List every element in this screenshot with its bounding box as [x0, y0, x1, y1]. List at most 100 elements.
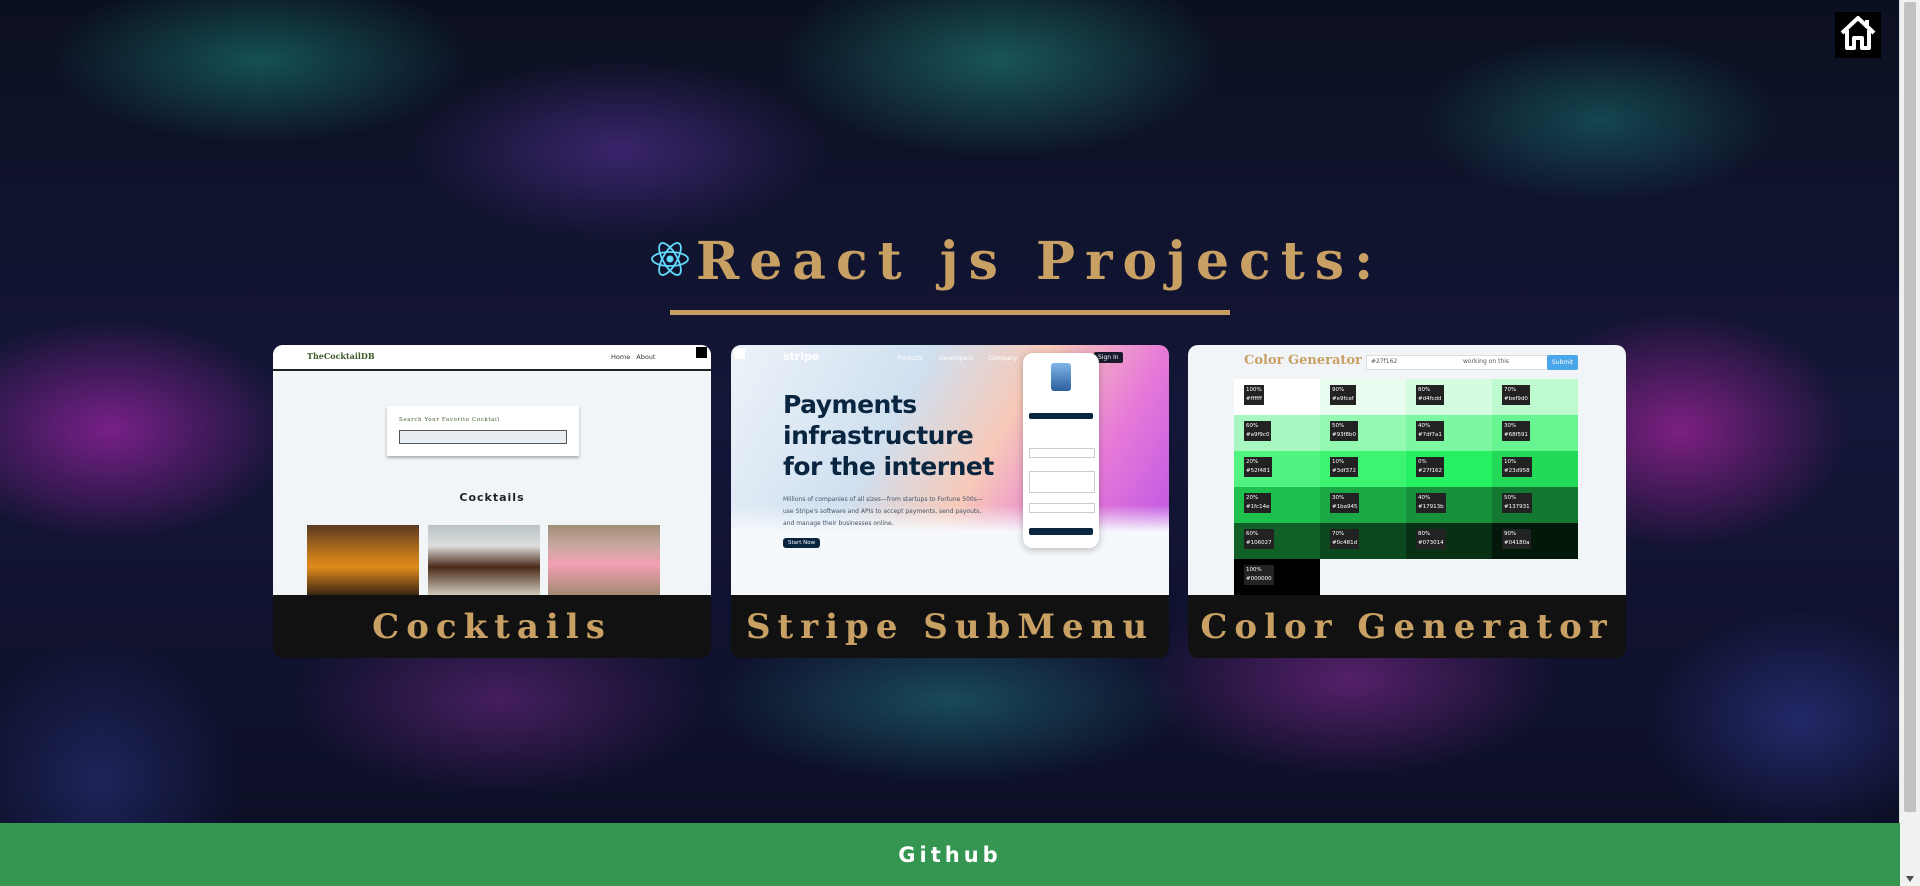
preview-nav-links: Products Developers Company [897, 355, 1018, 362]
color-swatch-label: 60% #a9f9c0 [1244, 421, 1272, 441]
swatch-hex: #04180a [1504, 540, 1530, 546]
preview-heading: Cocktails [459, 491, 525, 504]
color-swatch-label: 40% #17913b [1416, 493, 1446, 513]
swatch-percent: 80% [1418, 531, 1431, 537]
swatch-hex: #137931 [1504, 504, 1530, 510]
color-swatch-label: 80% #073014 [1416, 529, 1446, 549]
color-generator-preview: Color Generator #27f162 working on this … [1188, 345, 1626, 595]
swatch-percent: 90% [1332, 387, 1345, 393]
color-swatch-label: 90% #e9fcef [1330, 385, 1356, 405]
color-swatch-label: 70% #0c481d [1330, 529, 1360, 549]
stripe-preview: stripe Products Developers Company Sign … [731, 345, 1169, 595]
color-swatch-label: 30% #1ba945 [1330, 493, 1360, 513]
color-swatch: 100% #ffffff [1234, 379, 1320, 415]
swatch-hex: #1ba945 [1332, 504, 1358, 510]
color-swatch-label: 30% #68f591 [1502, 421, 1531, 441]
swatch-percent: 40% [1418, 495, 1431, 501]
preview-search-form: Search Your Favorite Cocktail [387, 406, 579, 456]
color-swatch-label: 90% #04180a [1502, 529, 1532, 549]
swatch-percent: 20% [1246, 495, 1259, 501]
color-swatch-label: 80% #d4fcdd [1416, 385, 1444, 405]
scrollbar-thumb[interactable] [1904, 2, 1916, 812]
swatch-percent: 10% [1504, 459, 1517, 465]
color-swatch: 0% #27f162 [1406, 451, 1492, 487]
color-swatch: 70% #0c481d [1320, 523, 1406, 559]
swatch-hex: #27f162 [1418, 468, 1443, 474]
preview-phone-mockup [1023, 353, 1099, 548]
swatch-percent: 10% [1332, 459, 1345, 465]
swatch-hex: #ffffff [1246, 396, 1262, 402]
project-card-stripe-submenu[interactable]: stripe Products Developers Company Sign … [731, 345, 1169, 658]
color-swatch: 20% #52f481 [1234, 451, 1320, 487]
color-swatch-label: 50% #137931 [1502, 493, 1532, 513]
swatch-percent: 80% [1418, 387, 1431, 393]
preview-input-hint: working on this [1463, 358, 1510, 365]
preview-home-icon [734, 348, 745, 359]
color-swatch: 50% #93f8b0 [1320, 415, 1406, 451]
preview-brand: TheCocktailDB [307, 351, 375, 361]
swatch-percent: 100% [1246, 567, 1262, 573]
preview-submit-button: Submit [1547, 355, 1578, 370]
project-card-label[interactable]: Color Generator [1188, 595, 1626, 658]
color-swatch-label: 100% #000000 [1244, 565, 1274, 585]
color-swatch-label: 20% #1fc14e [1244, 493, 1272, 513]
project-card-cocktails[interactable]: TheCocktailDB Home About Search Your Fav… [273, 345, 711, 658]
preview-logo: stripe [783, 350, 820, 363]
project-card-label[interactable]: Cocktails [273, 595, 711, 658]
swatch-percent: 60% [1246, 531, 1259, 537]
color-swatch-label: 10% #23d958 [1502, 457, 1532, 477]
drink-image [548, 525, 660, 595]
swatch-hex: #68f591 [1504, 432, 1529, 438]
swatch-percent: 0% [1418, 459, 1427, 465]
color-swatch: 20% #1fc14e [1234, 487, 1320, 523]
color-swatch: 70% #bef9d0 [1492, 379, 1578, 415]
color-swatch-label: 50% #93f8b0 [1330, 421, 1359, 441]
color-swatch: 80% #d4fcdd [1406, 379, 1492, 415]
color-swatch-label: 40% #7df7a1 [1416, 421, 1444, 441]
preview-input-value: #27f162 [1371, 358, 1398, 365]
swatch-percent: 20% [1246, 459, 1259, 465]
home-button[interactable] [1835, 12, 1881, 58]
scrollbar[interactable] [1899, 0, 1920, 886]
swatch-hex: #e9fcef [1332, 396, 1354, 402]
swatch-percent: 40% [1418, 423, 1431, 429]
color-swatch-label: 20% #52f481 [1244, 457, 1273, 477]
color-swatch: 50% #137931 [1492, 487, 1578, 523]
preview-color-input: #27f162 working on this [1366, 355, 1548, 370]
color-swatch-label: 10% #3df372 [1330, 457, 1359, 477]
color-swatch-label: 100% #ffffff [1244, 385, 1264, 405]
swatch-hex: #3df372 [1332, 468, 1357, 474]
preview-navbar: TheCocktailDB Home About [273, 345, 711, 371]
color-swatch: 40% #17913b [1406, 487, 1492, 523]
color-swatch: 10% #3df372 [1320, 451, 1406, 487]
preview-search-input [399, 430, 567, 444]
swatch-percent: 50% [1332, 423, 1345, 429]
scroll-down-arrow-icon[interactable] [1906, 876, 1914, 882]
swatch-percent: 100% [1246, 387, 1262, 393]
swatch-percent: 50% [1504, 495, 1517, 501]
project-card-label[interactable]: Stripe SubMenu [731, 595, 1169, 658]
color-swatch: 90% #04180a [1492, 523, 1578, 559]
swatch-percent: 70% [1504, 387, 1517, 393]
color-swatch: 10% #23d958 [1492, 451, 1578, 487]
color-swatch-label: 60% #106027 [1244, 529, 1274, 549]
swatch-hex: #073014 [1418, 540, 1444, 546]
swatch-hex: #106027 [1246, 540, 1272, 546]
swatch-percent: 30% [1504, 423, 1517, 429]
github-link[interactable]: Github [898, 843, 1001, 867]
color-swatch-label: 0% #27f162 [1416, 457, 1445, 477]
project-card-color-generator[interactable]: Color Generator #27f162 working on this … [1188, 345, 1626, 658]
preview-title: Color Generator [1244, 353, 1362, 368]
color-swatch: 60% #106027 [1234, 523, 1320, 559]
color-swatch: 90% #e9fcef [1320, 379, 1406, 415]
color-swatch: 30% #1ba945 [1320, 487, 1406, 523]
drink-image [307, 525, 419, 595]
preview-paragraph: Millions of companies of all sizes—from … [783, 496, 983, 527]
title-underline [670, 310, 1230, 315]
swatch-percent: 60% [1246, 423, 1259, 429]
swatch-hex: #23d958 [1504, 468, 1530, 474]
preview-home-icon [696, 347, 707, 358]
footer: Github [0, 823, 1900, 886]
page-title: React js Projects: [696, 230, 1384, 292]
swatch-hex: #d4fcdd [1418, 396, 1442, 402]
